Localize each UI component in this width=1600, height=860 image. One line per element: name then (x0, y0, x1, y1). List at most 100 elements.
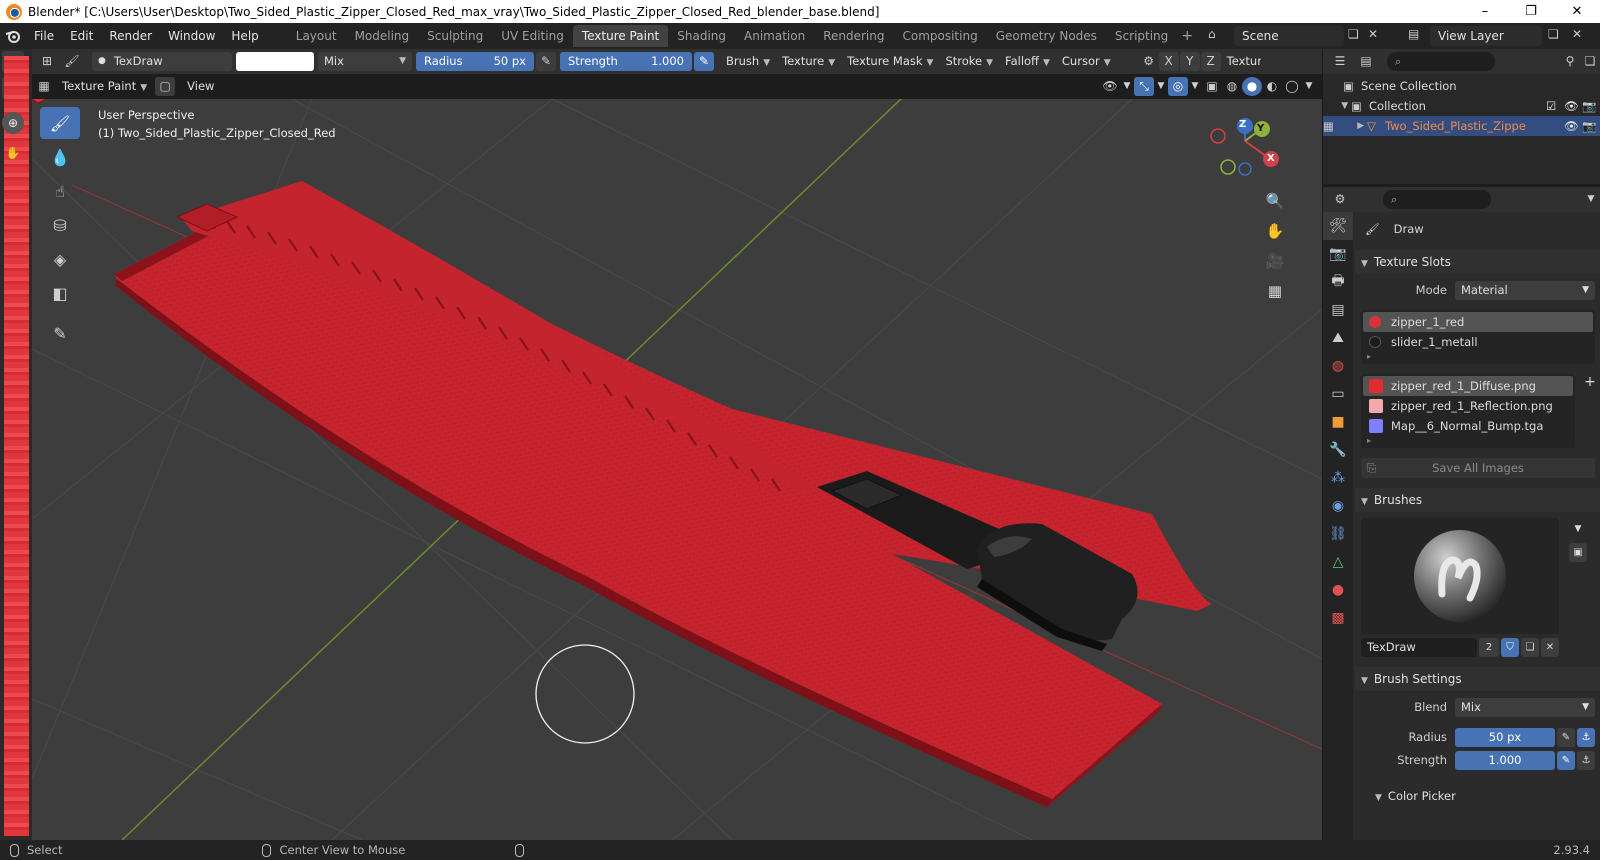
brush-name-field[interactable]: TexDraw (1361, 638, 1477, 657)
brush-settings-panel-header[interactable]: ▼ Brush Settings (1355, 667, 1600, 691)
radius-field[interactable]: 50 px (1455, 727, 1555, 747)
tool-draw-icon[interactable]: 🖌 (62, 52, 82, 71)
visibility-eye-icon[interactable]: 👁 (1100, 77, 1120, 96)
blend-dropdown[interactable]: Mix ▼ (1455, 697, 1595, 717)
display-mode-icon[interactable]: ▤ (1353, 52, 1379, 71)
tab-world[interactable]: ◍ (1323, 352, 1353, 380)
expand-icon[interactable]: ▼ (1323, 96, 1351, 116)
material-slot-item[interactable]: zipper_1_red (1363, 312, 1593, 332)
properties-editor-type-icon[interactable]: ⚙ (1327, 190, 1353, 209)
outliner-scene-collection[interactable]: ▣ Scene Collection (1323, 76, 1600, 96)
mirror-z-toggle[interactable]: Z (1200, 52, 1221, 71)
zoom-icon[interactable]: ⊕ (2, 112, 24, 134)
image-slot-item[interactable]: Map__6_Normal_Bump.tga (1363, 416, 1573, 436)
shading-wireframe-icon[interactable]: ◍ (1222, 77, 1242, 96)
tab-collection[interactable]: ▭ (1323, 380, 1353, 408)
outliner-editor-type-icon[interactable]: ☰ (1327, 52, 1353, 71)
chevron-down-icon[interactable]: ▼ (1154, 77, 1168, 96)
chevron-down-icon[interactable]: ▼ (1120, 77, 1134, 96)
view-layer-new-icon[interactable]: ❏ (1548, 27, 1559, 41)
tab-texture-paint[interactable]: Texture Paint (572, 25, 669, 47)
tab-geometry-nodes[interactable]: Geometry Nodes (987, 25, 1106, 47)
gizmo-toggle-icon[interactable]: ⤡ (1134, 77, 1154, 96)
strength-field[interactable]: 1.000 (1455, 750, 1555, 770)
tab-layout[interactable]: Layout (287, 25, 346, 47)
mode-dropdown[interactable]: Material ▼ (1455, 280, 1595, 300)
scene-selector[interactable]: Scene (1234, 26, 1344, 46)
color-picker-subpanel-header[interactable]: ▼ Color Picker (1355, 784, 1600, 808)
falloff-menu[interactable]: Falloff ▼ (999, 52, 1056, 71)
mask-tool-button[interactable]: ◧ (40, 277, 80, 309)
tab-output[interactable]: 🖶 (1323, 268, 1353, 296)
strength-extra-icon[interactable]: ⚓ (1577, 750, 1595, 770)
view-menu[interactable]: View (181, 77, 220, 96)
tab-constraints[interactable]: ⛓ (1323, 520, 1353, 548)
paint-mode-icon[interactable]: ▦ (1323, 116, 1334, 136)
outliner-collection[interactable]: ▼ ▣ Collection ☑ 👁 📷 (1323, 96, 1600, 116)
close-button[interactable]: ✕ (1554, 0, 1600, 23)
view-layer-remove-icon[interactable]: ✕ (1572, 27, 1582, 41)
image-slot-item[interactable]: zipper_red_1_Diffuse.png (1363, 376, 1573, 396)
tab-uv-editing[interactable]: UV Editing (492, 25, 573, 47)
zipper-model[interactable] (32, 99, 1212, 807)
tab-render[interactable]: 📷 (1323, 240, 1353, 268)
tab-rendering[interactable]: Rendering (814, 25, 893, 47)
clone-tool-button[interactable]: ⛁ (40, 209, 80, 241)
duplicate-brush-icon[interactable]: ❏ (1521, 638, 1539, 657)
tab-shading[interactable]: Shading (668, 25, 735, 47)
filter-icon[interactable]: ⚲ (1560, 52, 1580, 71)
outliner-object-row[interactable]: ▦ ▶ ▽ Two_Sided_Plastic_Zippe 👁 📷 (1323, 116, 1600, 136)
menu-edit[interactable]: Edit (62, 25, 101, 47)
eye-icon[interactable]: 👁 (1564, 96, 1582, 116)
tab-material[interactable]: ● (1323, 576, 1353, 604)
shading-solid-icon[interactable]: ● (1242, 77, 1262, 96)
chevron-down-icon[interactable]: ▼ (1581, 190, 1600, 209)
minimize-button[interactable]: – (1462, 0, 1508, 23)
stroke-menu[interactable]: Stroke ▼ (939, 52, 999, 71)
list-resize-handle[interactable]: ▸ (1363, 352, 1593, 362)
overlay-toggle-icon[interactable]: ◎ (1168, 77, 1188, 96)
xray-toggle-icon[interactable]: ▣ (1202, 77, 1222, 96)
camera-icon[interactable]: 📷 (1582, 96, 1600, 116)
annotate-tool-button[interactable]: ✎ (40, 317, 80, 349)
list-resize-handle[interactable]: ▸ (1363, 436, 1573, 446)
fill-tool-button[interactable]: ◈ (40, 243, 80, 275)
camera-icon[interactable]: 📷 (1582, 116, 1600, 136)
texture-slots-panel-header[interactable]: ▼ Texture Slots (1355, 250, 1600, 274)
mode-selector[interactable]: Texture Paint ▼ (56, 77, 153, 96)
tab-particles[interactable]: ⁂ (1323, 464, 1353, 492)
tab-animation[interactable]: Animation (735, 25, 814, 47)
scene-new-icon[interactable]: ❏ (1348, 27, 1359, 41)
add-texture-slot-button[interactable]: + (1579, 374, 1600, 448)
editor-type-3d-icon[interactable]: ⊞ (32, 52, 62, 71)
image-slot-item[interactable]: zipper_red_1_Reflection.png (1363, 396, 1573, 416)
strength-slider[interactable]: Strength 1.000 (560, 52, 692, 71)
radius-unit-icon[interactable]: ⚓ (1577, 727, 1595, 747)
draw-tool-button[interactable]: 🖌 (40, 107, 80, 139)
zoom-view-icon[interactable]: 🔍 (1262, 188, 1288, 214)
strength-pressure-icon[interactable]: ✎ (1557, 750, 1575, 770)
tab-scene[interactable]: ⛰ (1323, 324, 1353, 352)
shading-material-icon[interactable]: ◐ (1262, 77, 1282, 96)
chevron-down-icon[interactable]: ▼ (1188, 77, 1202, 96)
menu-window[interactable]: Window (160, 25, 223, 47)
menu-render[interactable]: Render (101, 25, 160, 47)
eye-icon[interactable]: 👁 (1564, 116, 1582, 136)
texture-tab-truncated[interactable]: Texture (1221, 52, 1261, 71)
soften-tool-button[interactable]: 💧 (40, 141, 80, 173)
ortho-toggle-icon[interactable]: ▦ (1262, 278, 1288, 304)
cursor-menu[interactable]: Cursor ▼ (1056, 52, 1117, 71)
smear-tool-button[interactable]: ☝ (40, 175, 80, 207)
tab-modifiers[interactable]: 🔧 (1323, 436, 1353, 464)
scene-remove-icon[interactable]: ✕ (1368, 27, 1378, 41)
tab-object[interactable]: ■ (1323, 408, 1353, 436)
tab-physics[interactable]: ◉ (1323, 492, 1353, 520)
radius-pressure-icon[interactable]: ✎ (536, 52, 556, 71)
expand-icon[interactable]: ▶ (1331, 116, 1367, 136)
texture-menu[interactable]: Texture ▼ (776, 52, 841, 71)
brush-image-icon[interactable]: ▣ (1569, 543, 1587, 562)
symmetry-icon[interactable]: ⚙ (1139, 52, 1159, 71)
maximize-button[interactable]: ❐ (1508, 0, 1554, 23)
tab-scripting[interactable]: Scripting (1106, 25, 1177, 47)
add-workspace-button[interactable]: + (1177, 28, 1197, 44)
